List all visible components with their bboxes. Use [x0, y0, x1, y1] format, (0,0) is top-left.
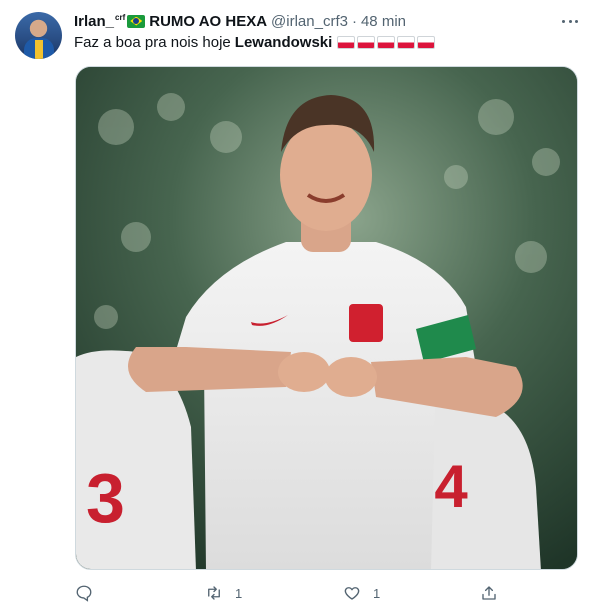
like-icon: [344, 587, 360, 600]
retweet-count: 1: [235, 585, 243, 601]
share-button[interactable]: [480, 583, 498, 603]
share-icon: [482, 586, 496, 600]
reply-icon: [76, 585, 92, 602]
tweet-header: Irlan_crf RUMO AO HEXA @irlan_crf3 · 48 …: [74, 11, 406, 31]
poland-flag-icon: [357, 36, 376, 49]
poland-flag-icon: [397, 36, 416, 49]
svg-text:3: 3: [86, 459, 125, 537]
poland-flag-icon: [377, 36, 396, 49]
more-dot: [562, 19, 565, 23]
reply-button[interactable]: [75, 583, 105, 603]
separator-dot: ·: [351, 12, 357, 30]
tweet-text-prefix: Faz a boa pra nois hoje: [74, 34, 231, 51]
tweet-actions: 1 1: [75, 583, 578, 603]
tweet-media-photo[interactable]: 3 24: [75, 66, 578, 570]
retweet-icon: [208, 586, 220, 600]
author-name[interactable]: Irlan_crf: [74, 13, 125, 30]
more-dot: [575, 19, 578, 23]
author-name-text: Irlan_: [74, 12, 115, 30]
author-badge-text[interactable]: RUMO AO HEXA: [149, 13, 267, 30]
like-count: 1: [373, 585, 381, 601]
like-button[interactable]: 1: [343, 583, 380, 603]
tweet-text-bold: Lewandowski: [234, 34, 333, 51]
tweet-timestamp[interactable]: 48 min: [361, 13, 406, 30]
poland-flag-icon: [337, 36, 356, 49]
poland-flags: [337, 36, 436, 49]
more-dot: [568, 19, 572, 23]
brazil-flag-icon: [127, 14, 146, 28]
author-handle[interactable]: @irlan_crf3: [271, 13, 348, 30]
more-icon[interactable]: [557, 12, 583, 30]
poland-flag-icon: [417, 36, 436, 49]
tweet-text: Faz a boa pra nois hoje Lewandowski: [74, 34, 436, 51]
avatar-stripe: [35, 40, 43, 59]
author-name-superscript: crf: [115, 12, 126, 22]
retweet-button[interactable]: 1: [205, 583, 242, 603]
photo-illustration: 3 24: [76, 67, 577, 569]
avatar[interactable]: [15, 12, 62, 59]
